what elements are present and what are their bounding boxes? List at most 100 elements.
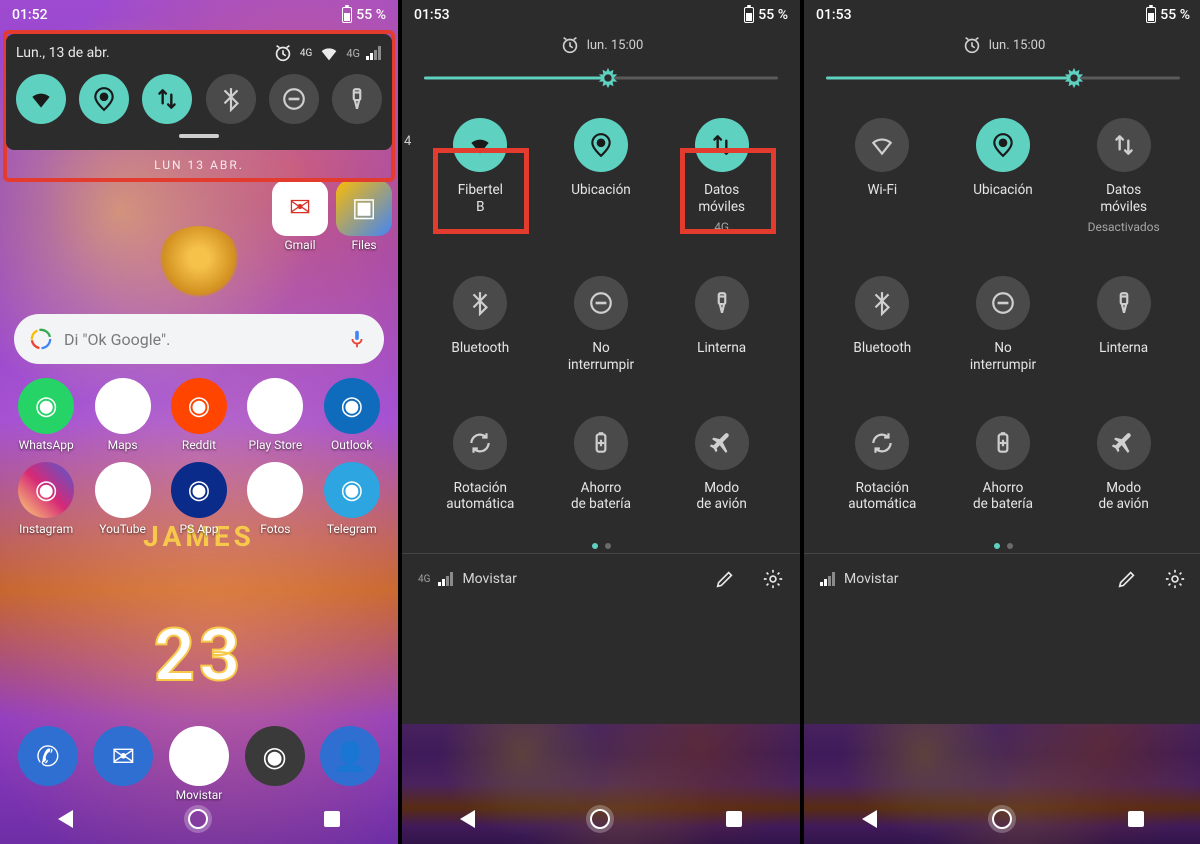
- rotate-icon: [453, 416, 507, 470]
- tile-location[interactable]: Ubicación: [541, 118, 662, 234]
- highlight-data: [680, 148, 776, 234]
- alarm-text: lun. 15:00: [587, 38, 644, 53]
- nav-home[interactable]: [188, 809, 208, 829]
- app-icon: ◉: [95, 378, 151, 434]
- brightness-thumb[interactable]: [597, 67, 619, 89]
- search-bar[interactable]: Di "Ok Google".: [14, 314, 384, 364]
- settings-icon[interactable]: [762, 568, 784, 590]
- battery-icon: [342, 7, 352, 23]
- tile-location[interactable]: Ubicación: [943, 118, 1064, 234]
- nav-home[interactable]: [590, 809, 610, 829]
- edit-icon[interactable]: [714, 568, 736, 590]
- toggle-data[interactable]: [142, 74, 192, 124]
- drag-handle[interactable]: [179, 134, 219, 138]
- tile-label: Datosmóviles: [1100, 182, 1147, 216]
- nav-home[interactable]: [992, 809, 1012, 829]
- alarm-row[interactable]: lun. 15:00: [402, 34, 800, 56]
- brightness-thumb[interactable]: [1063, 67, 1085, 89]
- app-icon: ◉: [18, 378, 74, 434]
- app-telegram[interactable]: ◉Telegram: [314, 462, 390, 536]
- tile-battery-saver[interactable]: Ahorrode batería: [943, 416, 1064, 514]
- tile-label: Modode avión: [1098, 480, 1148, 514]
- status-time: 01:53: [816, 7, 852, 23]
- nav-back[interactable]: [58, 810, 73, 828]
- tile-dnd[interactable]: Nointerrumpir: [541, 276, 662, 374]
- toggle-wifi[interactable]: [16, 74, 66, 124]
- app-row-1: ◉WhatsApp◉Maps◉Reddit◉Play Store◉Outlook: [0, 372, 398, 452]
- alarm-row[interactable]: lun. 15:00: [804, 34, 1200, 56]
- dock-messages[interactable]: ✉: [93, 726, 153, 786]
- screen-home: 01:52 55 % Lun., 13 de abr. 4G 4G ✉Gmail…: [0, 0, 398, 844]
- tile-flashlight[interactable]: Linterna: [661, 276, 782, 374]
- battery-pct: 55 %: [758, 7, 788, 23]
- nav-recent[interactable]: [1128, 811, 1144, 827]
- brightness-slider[interactable]: [424, 66, 778, 90]
- brightness-slider[interactable]: [826, 66, 1180, 90]
- toggle-flashlight[interactable]: [332, 74, 382, 124]
- nav-back[interactable]: [460, 810, 475, 828]
- tile-wifi[interactable]: Wi-Fi: [822, 118, 943, 234]
- tile-dnd[interactable]: Nointerrumpir: [943, 276, 1064, 374]
- app-label: Reddit: [182, 438, 216, 452]
- app-play store[interactable]: ◉ Play Store: [237, 378, 313, 452]
- dock-contacts[interactable]: 👤: [320, 726, 380, 786]
- nav-back[interactable]: [862, 810, 877, 828]
- tile-label: Modode avión: [696, 480, 746, 514]
- tile-bluetooth[interactable]: Bluetooth: [420, 276, 541, 374]
- app-youtube[interactable]: ◉YouTube: [84, 462, 160, 536]
- app-fotos[interactable]: ◉ Fotos: [237, 462, 313, 536]
- tile-data[interactable]: DatosmóvilesDesactivados: [1063, 118, 1184, 234]
- app-ps app[interactable]: ◉PS App: [161, 462, 237, 536]
- app-reddit[interactable]: ◉Reddit: [161, 378, 237, 452]
- tile-airplane[interactable]: Modode avión: [1063, 416, 1184, 514]
- tile-rotate[interactable]: Rotaciónautomática: [822, 416, 943, 514]
- app-label: Fotos: [260, 522, 290, 536]
- app-icon: ◉: [324, 378, 380, 434]
- app-files[interactable]: ▣: [336, 180, 392, 236]
- tile-bluetooth[interactable]: Bluetooth: [822, 276, 943, 374]
- app-icon: ◉: [247, 462, 303, 518]
- app-instagram[interactable]: ◉Instagram: [8, 462, 84, 536]
- app-whatsapp[interactable]: ◉WhatsApp: [8, 378, 84, 452]
- app-icon: ◉: [247, 378, 303, 434]
- app-icon: ◉: [171, 462, 227, 518]
- toggle-dnd[interactable]: [269, 74, 319, 124]
- edit-icon[interactable]: [1116, 568, 1138, 590]
- toggle-location[interactable]: [79, 74, 129, 124]
- dock-camera[interactable]: ◉: [245, 726, 305, 786]
- tile-flashlight[interactable]: Linterna: [1063, 276, 1184, 374]
- wallpaper-jersey-num: 23: [0, 620, 398, 692]
- wifi-icon: [855, 118, 909, 172]
- settings-icon[interactable]: [1164, 568, 1186, 590]
- signal-icon: [820, 572, 836, 586]
- page-indicator: [402, 543, 800, 549]
- app-maps[interactable]: ◉Maps: [84, 378, 160, 452]
- toggle-bluetooth[interactable]: [206, 74, 256, 124]
- nav-bar: [402, 794, 800, 844]
- rotate-icon: [855, 416, 909, 470]
- battery-icon: [744, 7, 754, 23]
- dock-chrome[interactable]: ◎: [169, 726, 229, 786]
- tile-airplane[interactable]: Modode avión: [661, 416, 782, 514]
- home-apps-partial: ✉Gmail ▣Files: [272, 180, 392, 252]
- app-gmail[interactable]: ✉: [272, 180, 328, 236]
- wallpaper-crown: [154, 226, 244, 306]
- tile-label: Ahorrode batería: [973, 480, 1033, 514]
- tile-label: Linterna: [697, 340, 746, 357]
- app-label: Play Store: [249, 438, 303, 452]
- highlight-wifi: [433, 148, 529, 234]
- tile-battery-saver[interactable]: Ahorrode batería: [541, 416, 662, 514]
- tile-label: Wi-Fi: [867, 182, 897, 199]
- dock-phone[interactable]: ✆: [18, 726, 78, 786]
- nav-recent[interactable]: [726, 811, 742, 827]
- quick-settings-mini[interactable]: Lun., 13 de abr. 4G 4G: [6, 34, 392, 150]
- nav-recent[interactable]: [324, 811, 340, 827]
- nav-bar: [804, 794, 1200, 844]
- bluetooth-icon: [453, 276, 507, 330]
- status-time: 01:52: [12, 7, 48, 23]
- alarm-icon: [961, 34, 983, 56]
- flashlight-icon: [1097, 276, 1151, 330]
- app-outlook[interactable]: ◉Outlook: [314, 378, 390, 452]
- mic-icon[interactable]: [346, 328, 368, 350]
- tile-rotate[interactable]: Rotaciónautomática: [420, 416, 541, 514]
